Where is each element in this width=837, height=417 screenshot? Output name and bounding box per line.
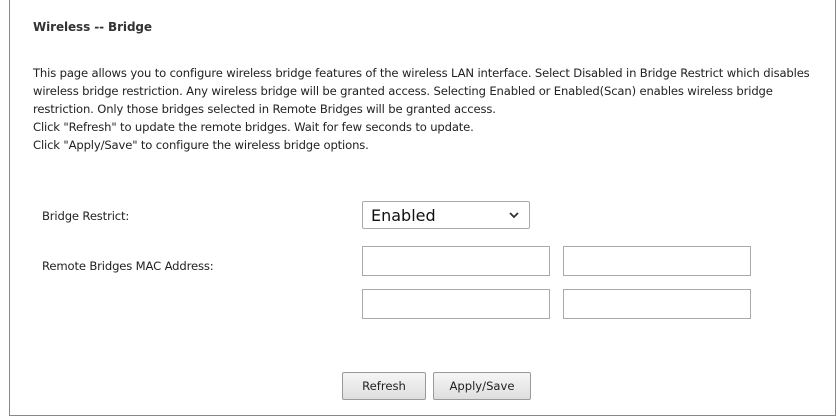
page-description: This page allows you to configure wirele… bbox=[33, 64, 828, 154]
bridge-restrict-select[interactable]: Enabled bbox=[362, 201, 530, 229]
bridge-restrict-label: Bridge Restrict: bbox=[42, 209, 130, 223]
refresh-button[interactable]: Refresh bbox=[342, 372, 426, 400]
bridge-restrict-value: Enabled bbox=[371, 205, 436, 225]
mac-address-field-4[interactable] bbox=[563, 289, 751, 319]
mac-address-field-2[interactable] bbox=[563, 246, 751, 276]
remote-mac-label: Remote Bridges MAC Address: bbox=[42, 259, 214, 273]
apply-save-button[interactable]: Apply/Save bbox=[433, 372, 531, 400]
description-refresh-hint: Click "Refresh" to update the remote bri… bbox=[33, 120, 474, 134]
page-title: Wireless -- Bridge bbox=[33, 20, 152, 34]
description-apply-hint: Click "Apply/Save" to configure the wire… bbox=[33, 138, 369, 152]
description-paragraph: This page allows you to configure wirele… bbox=[33, 66, 810, 116]
mac-address-field-1[interactable] bbox=[362, 246, 550, 276]
mac-address-field-3[interactable] bbox=[362, 289, 550, 319]
chevron-down-icon bbox=[509, 212, 519, 219]
